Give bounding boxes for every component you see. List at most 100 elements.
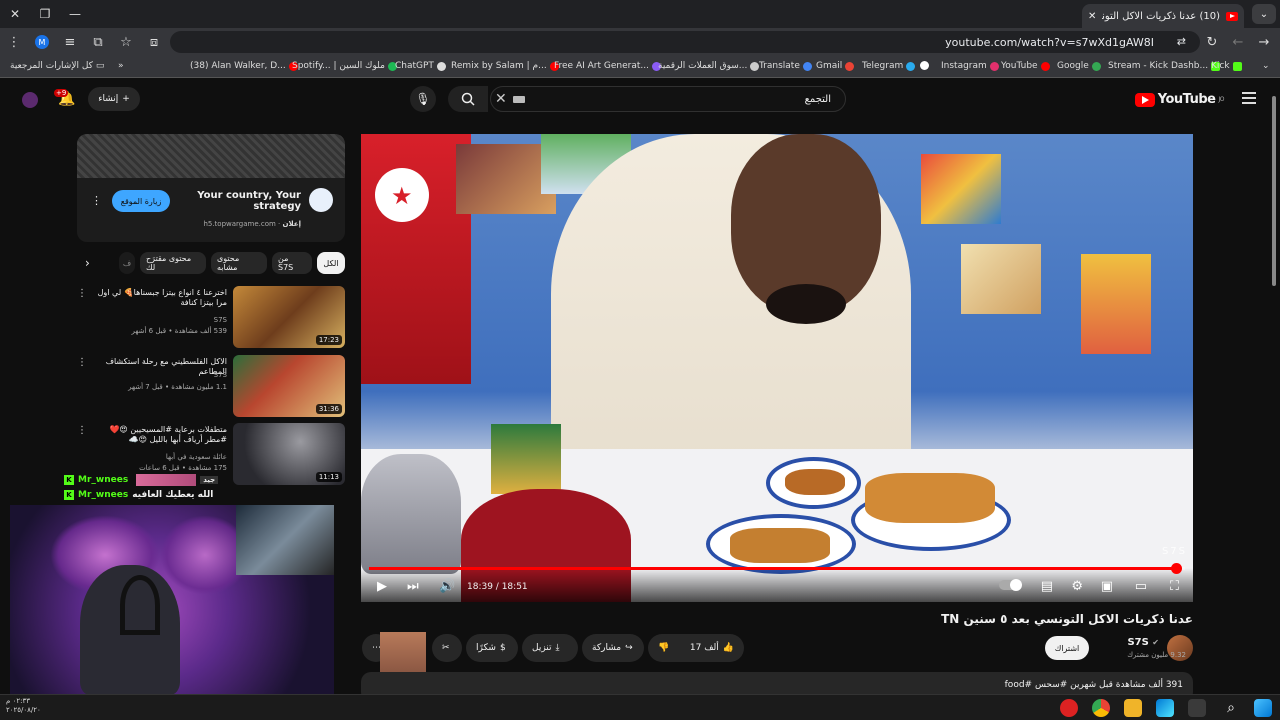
windows-taskbar: ٠٢:٣٣ م ٢٠٢٥/٠٨/٢٠ ⌕: [0, 694, 1280, 720]
bookmark-chatgpt[interactable]: ChatGPT: [395, 61, 446, 71]
bookmarks-overflow-icon[interactable]: »: [118, 61, 124, 71]
task-view-icon[interactable]: [1188, 699, 1206, 717]
github-icon[interactable]: [920, 61, 929, 70]
subscribe-button[interactable]: اشتراك: [1045, 636, 1089, 660]
mic-icon[interactable]: 🎙: [410, 86, 436, 112]
dislike-icon[interactable]: 👎: [658, 643, 669, 653]
extensions-icon[interactable]: ⧉: [84, 28, 112, 56]
ad-sponsor-label: إعلان: [282, 220, 301, 228]
create-button[interactable]: إنشاء +: [88, 87, 140, 111]
next-icon[interactable]: ⏭: [407, 579, 419, 594]
bookmark-spotify[interactable]: Spotify... | ملوك السين: [292, 61, 397, 71]
menu-dots-icon[interactable]: ⋮: [0, 28, 28, 56]
bookmark-translate[interactable]: Translate: [759, 61, 812, 71]
chip-from-channel[interactable]: من S7S: [272, 252, 312, 274]
restore-window-icon[interactable]: ❐: [30, 0, 60, 28]
recommendation-item[interactable]: 31:36 الاكل الفلسطيني مع رحلة استكشاف ال…: [77, 355, 345, 417]
ad-card[interactable]: Your country, Your strategy إعلان · h5.t…: [77, 134, 345, 242]
plus-icon: +: [122, 94, 130, 104]
ad-visit-button[interactable]: زيارة الموقع: [112, 190, 170, 212]
page-scrollbar[interactable]: [1270, 90, 1278, 690]
download-button[interactable]: تنزيل ⤓: [522, 634, 578, 662]
youtube-logo[interactable]: YouTube JO: [1134, 92, 1224, 107]
media-control-icon[interactable]: ≡: [56, 28, 84, 56]
ad-banner: [77, 134, 345, 178]
keyboard-icon[interactable]: [513, 96, 525, 103]
url-field[interactable]: youtube.com/watch?v=s7wXd1gAW8I ⇄: [170, 31, 1200, 53]
site-settings-icon[interactable]: ⇄: [1177, 35, 1186, 48]
bookmark-alan-walker[interactable]: (38) Alan Walker, D...: [190, 61, 298, 71]
search-button[interactable]: [448, 86, 488, 112]
back-icon[interactable]: ←: [1224, 28, 1252, 56]
play-icon[interactable]: ▶: [377, 579, 387, 594]
close-window-icon[interactable]: ✕: [0, 0, 30, 28]
bookmark-kick[interactable]: Kick: [1211, 61, 1242, 71]
search-input[interactable]: ✕ التجمع: [490, 86, 846, 112]
profile-avatar[interactable]: M: [28, 28, 56, 56]
progress-scrubber[interactable]: [1171, 563, 1183, 574]
bookmark-youtube[interactable]: YouTube: [1001, 61, 1050, 71]
account-avatar[interactable]: [22, 92, 38, 108]
thanks-button[interactable]: شكرًا $: [466, 634, 518, 662]
bookmark-google[interactable]: Google: [1057, 61, 1101, 71]
theater-mode-icon[interactable]: ▭: [1135, 579, 1147, 594]
emote-tag: جيد: [200, 476, 219, 484]
bookmark-telegram[interactable]: Telegram: [862, 61, 916, 71]
ad-menu-icon[interactable]: ⋮: [91, 194, 102, 207]
rec-menu-icon[interactable]: ⋮: [77, 357, 87, 368]
kick-icon: [1232, 61, 1242, 71]
bookmark-crypto[interactable]: سوق العملات الرقمية...: [658, 61, 760, 71]
forward-icon[interactable]: →: [1250, 28, 1278, 56]
copilot-icon[interactable]: [1156, 699, 1174, 717]
chip-similar[interactable]: محتوى مشابه: [211, 252, 267, 274]
reload-icon[interactable]: ↻: [1198, 28, 1226, 56]
bookmark-star-icon[interactable]: ☆: [112, 28, 140, 56]
install-app-icon[interactable]: ⧈: [140, 28, 168, 56]
clear-search-icon[interactable]: ✕: [495, 91, 507, 107]
channel-name[interactable]: S7S ✔: [1127, 637, 1159, 648]
volume-icon[interactable]: 🔊: [439, 579, 455, 594]
minimize-window-icon[interactable]: —: [60, 0, 90, 28]
plate-sweets-left: [706, 514, 856, 574]
autoplay-toggle[interactable]: [999, 579, 1022, 591]
subtitles-icon[interactable]: ▤: [1041, 579, 1053, 594]
clip-button[interactable]: ✂: [432, 634, 462, 662]
bookmark-ai-art[interactable]: Free AI Art Generat...: [554, 61, 661, 71]
tab-close-icon[interactable]: ✕: [1088, 11, 1096, 22]
like-icon[interactable]: 👍: [723, 643, 734, 653]
hamburger-menu-icon[interactable]: [1242, 92, 1256, 104]
bookmark-instagram[interactable]: Instagram: [941, 61, 999, 71]
rec-title: الاكل الفلسطيني مع رحلة استكشاف المطاعم: [105, 357, 227, 377]
windows-start-icon[interactable]: [1254, 699, 1272, 717]
bookmark-gmail[interactable]: Gmail: [816, 61, 855, 71]
miniplayer-icon[interactable]: ▣: [1101, 579, 1113, 594]
recommendation-item[interactable]: 17:23 اخترعنا ٤ انواع بيتزا جبسناها🍕 لي …: [77, 286, 345, 348]
file-explorer-icon[interactable]: [1124, 699, 1142, 717]
fullscreen-icon[interactable]: ⛶: [1170, 579, 1179, 594]
rec-menu-icon[interactable]: ⋮: [77, 425, 87, 436]
chip-recommended[interactable]: محتوى مقترَح لك: [140, 252, 206, 274]
browser-tab-youtube[interactable]: ✕ (10) عدنا ذكريات الاكل التونسي بـ: [1082, 4, 1244, 28]
settings-gear-icon[interactable]: ⚙: [1071, 579, 1083, 594]
clock[interactable]: ٠٢:٣٣ م ٢٠٢٥/٠٨/٢٠: [6, 697, 41, 715]
youtube-favicon-icon: [1226, 11, 1238, 21]
share-button[interactable]: مشاركة ↪: [582, 634, 644, 662]
chrome-icon[interactable]: [1092, 699, 1110, 717]
scrollbar-thumb[interactable]: [1272, 96, 1276, 286]
bookmarks-more-icon[interactable]: ⌄: [1262, 61, 1270, 71]
progress-bar[interactable]: [369, 563, 1185, 574]
rec-menu-icon[interactable]: ⋮: [77, 288, 87, 299]
bookmark-all-folders[interactable]: كل الإشارات المرجعية ▭: [10, 61, 104, 71]
wall-art-painting: [961, 244, 1041, 314]
search-icon[interactable]: ⌕: [1222, 699, 1240, 717]
folder-icon: ▭: [95, 61, 105, 71]
bookmark-kick-dashboard[interactable]: Stream - Kick Dashb...: [1108, 61, 1221, 71]
video-player[interactable]: ★ S7S ▶ ⏭ 🔊 18:39 / 18:51 ▤ ⚙ ▣ ▭ ⛶: [361, 134, 1193, 602]
chip-all[interactable]: الكل: [317, 252, 345, 274]
obs-icon[interactable]: [1060, 699, 1078, 717]
bookmark-remix[interactable]: Remix by Salam | م...: [451, 61, 559, 71]
chips-next-icon[interactable]: ›: [85, 256, 90, 270]
chip-more[interactable]: ف: [119, 252, 135, 274]
tab-search-icon[interactable]: ⌄: [1252, 4, 1276, 24]
person-beard: [766, 284, 846, 324]
